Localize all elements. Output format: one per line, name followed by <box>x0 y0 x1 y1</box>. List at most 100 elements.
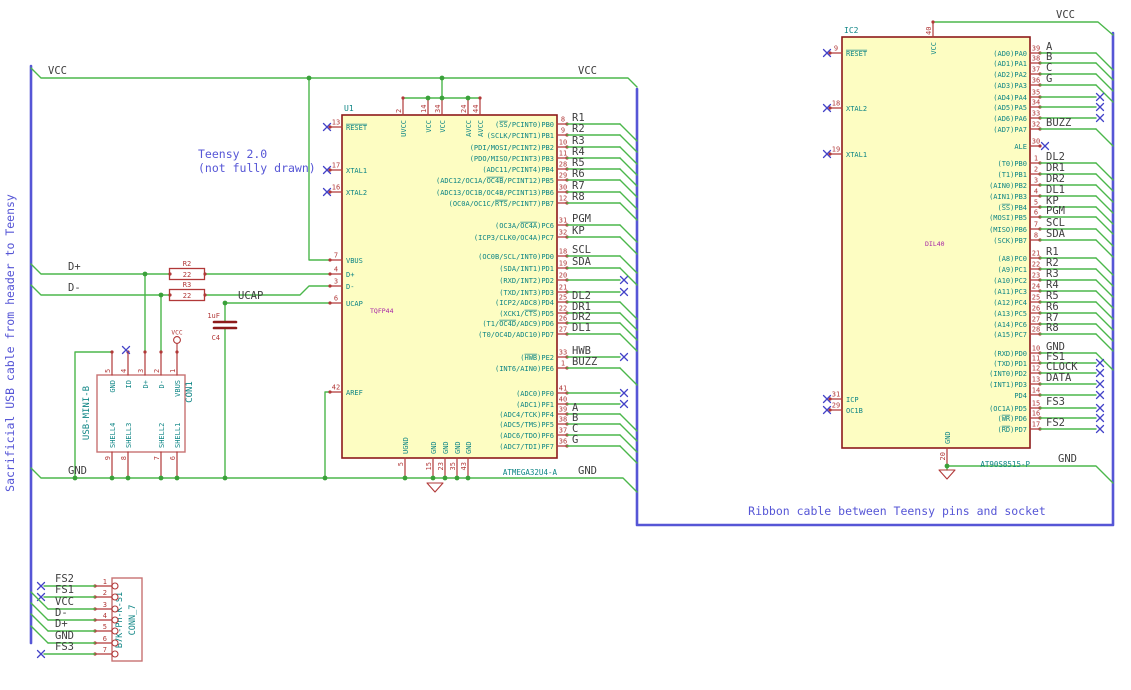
ic2-pin-number: 3 <box>1034 177 1038 185</box>
schematic-text-run: VCC <box>439 120 447 133</box>
u1-pin-number: 3 <box>334 278 338 286</box>
schematic-text-run: (ADC12/OC1A/ <box>436 177 487 185</box>
net-label-sda: SDA <box>572 256 592 268</box>
pin-end-dot <box>143 350 147 354</box>
net-label-d+: D+ <box>68 261 81 273</box>
schematic-text-run: 14 <box>1032 387 1040 395</box>
schematic-text-run: D+ <box>346 271 354 279</box>
resistor-value: 22 <box>183 292 191 300</box>
schematic-text-run: (T1)PB1 <box>997 171 1027 179</box>
resistor-r2: R222 <box>168 260 206 281</box>
u1-pin-name: UVCC <box>400 120 408 137</box>
schematic-text-run: RESET <box>346 124 368 132</box>
schematic-text-run: C4 <box>212 334 220 342</box>
u1-pin-name: (SS/PCINT0)PB0 <box>495 121 554 129</box>
schematic-text-run: 22 <box>183 271 191 279</box>
ic2-pin-name: (AD0)PA0 <box>993 50 1027 58</box>
schematic-text-run: UCAP <box>346 300 363 308</box>
ic2-pin-number: 4 <box>1034 188 1038 196</box>
pin-end-dot <box>168 272 172 276</box>
schematic-text-run: 9 <box>834 45 838 53</box>
schematic-text-run: R2 <box>183 260 191 268</box>
u1-pin-number: 32 <box>559 229 567 237</box>
ic2-pin-number: 8 <box>1034 232 1038 240</box>
u1-pin-name: UGND <box>402 437 410 454</box>
schematic-text-run: (A10)PC2 <box>993 277 1027 285</box>
schematic-text-run: (SDA/INT1)PD1 <box>499 265 554 273</box>
schematic-text-run: (XCK1/ <box>499 310 524 318</box>
schematic-text-run: 15 <box>1032 400 1040 408</box>
u1-pin-name: VBUS <box>346 257 363 265</box>
pin-end-dot <box>328 258 332 262</box>
u1-pin-number: 40 <box>559 396 567 404</box>
schematic-text-run: (OC1A)PD5 <box>989 405 1027 413</box>
schematic-text-run: )PD7 <box>1010 426 1027 434</box>
schematic-text-run: VCC <box>171 330 182 337</box>
u1-pin-name: XTAL2 <box>346 189 367 197</box>
schematic-text-run: (ADC5/TMS)PF5 <box>499 421 554 429</box>
u1-pin-name: (ADC7/TDI)PF7 <box>499 443 554 451</box>
header-pin-circle <box>111 593 119 601</box>
net-label-ucap: UCAP <box>238 290 263 302</box>
net-label-buzz: BUZZ <box>1046 117 1071 129</box>
net-label-pgm: PGM <box>572 213 591 225</box>
schematic-text-run: 40 <box>925 27 933 35</box>
ic2-pin-number: 6 <box>1034 209 1038 217</box>
u1-pin-name: (ADC13/OC1B/OC4B/PCINT13)PB6 <box>436 189 554 197</box>
schematic-text-run: VCC <box>425 120 433 133</box>
u1-pin-name: (ADC1)PF1 <box>516 401 554 409</box>
schematic-text-run: GND <box>68 465 87 477</box>
schematic-text-run: PD4 <box>1014 392 1027 400</box>
u1-pin-number: 30 <box>559 184 567 192</box>
pin-end-dot <box>168 293 172 297</box>
note-text-2: Ribbon cable between Teensy pins and soc… <box>748 504 1046 518</box>
usb-pin-name: VBUS <box>174 380 182 397</box>
schematic-text-run: 6 <box>103 635 107 643</box>
ic2-pin-number: 5 <box>1034 199 1038 207</box>
note-text-3: Sacrificial USB cable from header to Tee… <box>3 194 17 492</box>
ic2-pin-number: 22 <box>1032 261 1040 269</box>
u1-pin-number: 23 <box>437 462 445 470</box>
ic2-pin-number: 11 <box>1032 355 1040 363</box>
ic2-pin-name: VCC <box>930 42 938 55</box>
schematic-text-run: 22 <box>1032 261 1040 269</box>
schematic-text-run: 19 <box>832 146 840 154</box>
u1-pin-name: (OC0A/OC1C/RTS/PCINT7)PB7 <box>449 200 554 208</box>
schematic-text-run: ALE <box>1014 143 1027 151</box>
schematic-text-run: 7 <box>103 646 107 654</box>
junction-dot <box>322 475 328 481</box>
schematic-text-run: 37 <box>559 427 567 435</box>
u1-pin-number: 44 <box>472 105 480 113</box>
schematic-text-run: VBUS <box>346 257 363 265</box>
ic2-pin-name: (MOSI)PB5 <box>989 214 1027 222</box>
schematic-text-run: (A14)PC6 <box>993 321 1027 329</box>
schematic-text-run: 17 <box>332 162 340 170</box>
u1-pin-name: VCC <box>439 120 447 133</box>
u1-pin-number: 42 <box>332 384 340 392</box>
ic2-pin-name: (RD)PD7 <box>997 426 1027 434</box>
schematic-text-run: 22 <box>183 292 191 300</box>
schematic-text-run: (AD5)PA5 <box>993 104 1027 112</box>
schematic-text-run: 7 <box>334 252 338 260</box>
header-pin-number: 2 <box>103 589 107 597</box>
u1-pin-name: AVCC <box>465 120 473 137</box>
schematic-text-run: (T0)PB0 <box>997 160 1027 168</box>
schematic-text-run: 37 <box>1032 66 1040 74</box>
junction-dot <box>142 271 148 277</box>
schematic-text-run: 40 <box>559 396 567 404</box>
u1-pin-name: D- <box>346 283 354 291</box>
schematic-canvas: U1ATMEGA32U4-ATQFP4413RESET17XTAL116XTAL… <box>3 9 1115 662</box>
schematic-text-run: D+ <box>55 618 68 630</box>
schematic-text-run: 3 <box>103 601 107 609</box>
schematic-text-run: Teensy 2.0 <box>198 147 267 161</box>
ic2-pin-number: 35 <box>1032 89 1040 97</box>
schematic-text-run: 20 <box>559 272 567 280</box>
schematic-text-run: (A15)PC7 <box>993 331 1027 339</box>
schematic-text-run: 6 <box>1034 209 1038 217</box>
schematic-text-run: 43 <box>460 462 468 470</box>
schematic-text-run: 6 <box>334 295 338 303</box>
ic2-pin-name: (INT1)PD3 <box>989 381 1027 389</box>
net-label-fs2: FS2 <box>1046 417 1065 429</box>
pin-end-dot <box>328 284 332 288</box>
u1-pin-name: AREF <box>346 389 363 397</box>
